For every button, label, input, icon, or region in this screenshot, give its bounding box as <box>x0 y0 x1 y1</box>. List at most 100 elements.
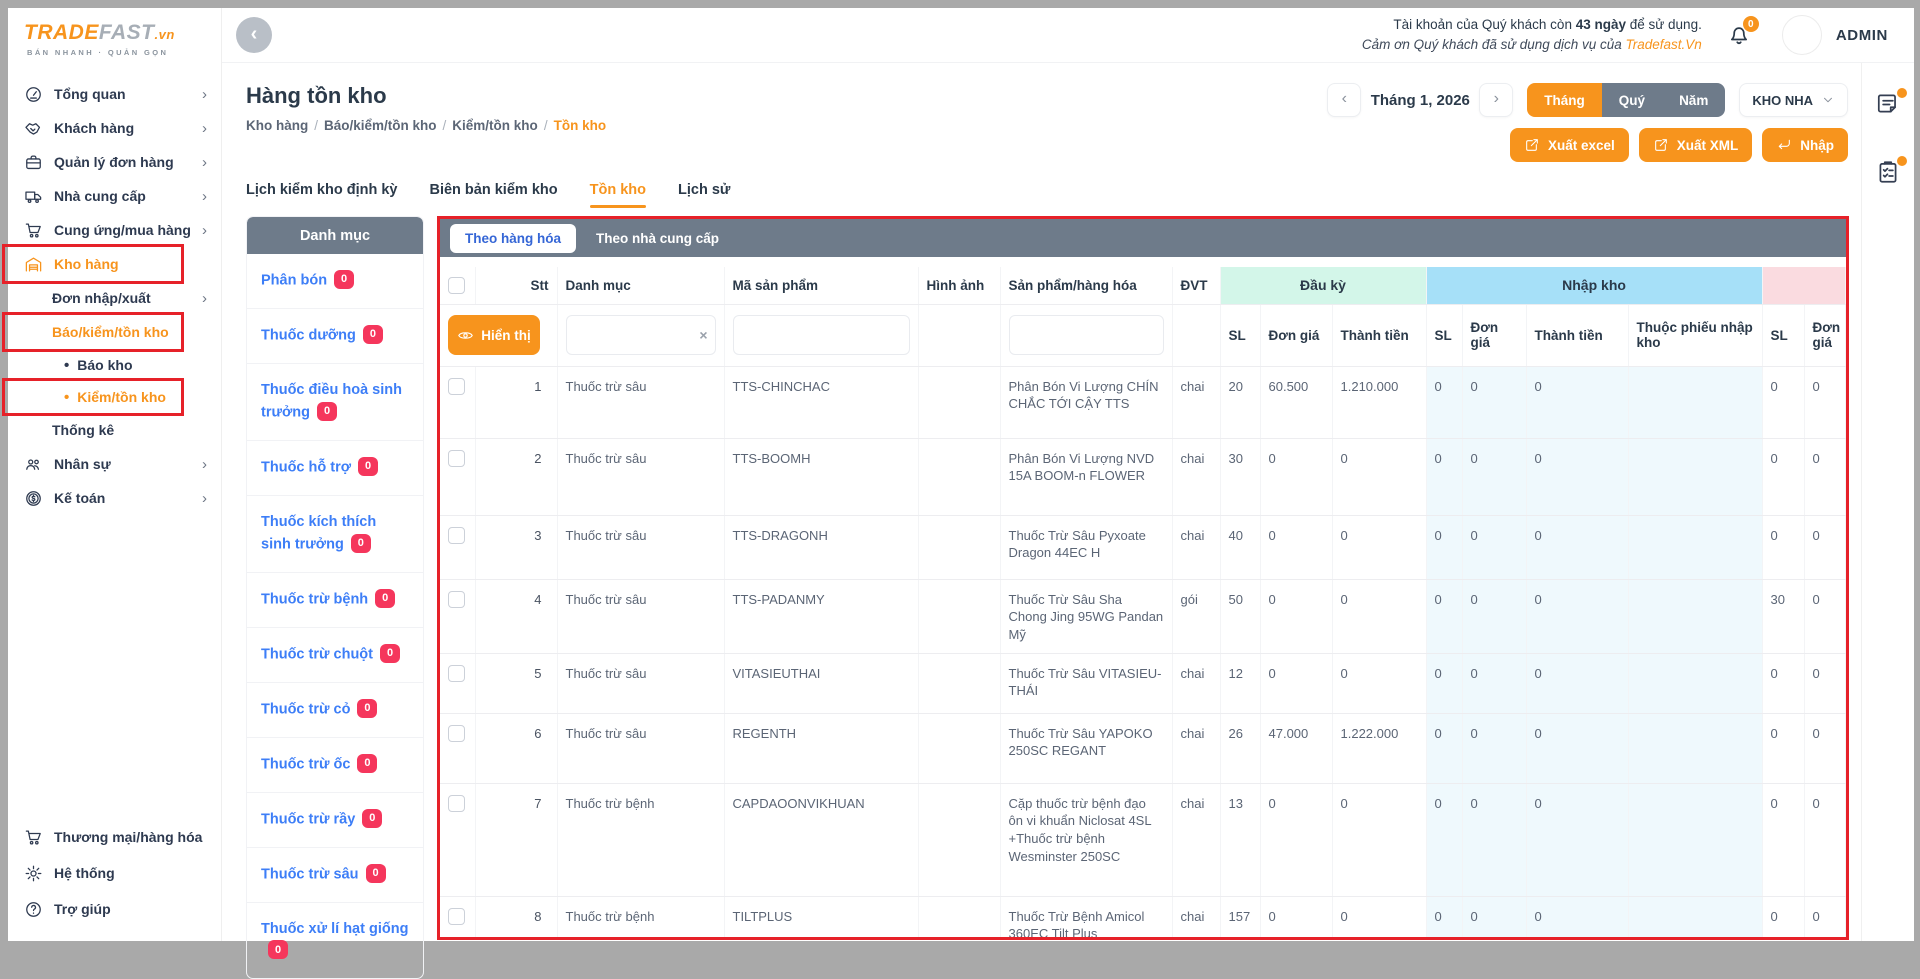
cell-unit: chai <box>1172 783 1220 896</box>
sidebar-item-bao-kiem-ton-kho[interactable]: Báo/kiểm/tồn kho <box>8 315 221 349</box>
cell-o-dg: 0 <box>1260 896 1332 940</box>
sidebar-item-tro-giup[interactable]: Trợ giúp <box>8 891 221 927</box>
action-button-export[interactable]: Xuất XML <box>1639 128 1753 162</box>
cell-product: Thuốc Trừ Sâu VITASIEU-THÁI <box>1000 653 1172 713</box>
category-count-badge: 0 <box>317 402 337 421</box>
category-item[interactable]: Thuốc trừ ốc0 <box>247 738 423 793</box>
sidebar-item-quan-ly-don-hang[interactable]: Quản lý đơn hàng› <box>8 145 221 179</box>
sidebar-item-kiem-ton-kho[interactable]: •Kiểm/tồn kho <box>8 381 221 413</box>
sidebar-item-khach-hang[interactable]: Khách hàng› <box>8 111 221 145</box>
action-button-export[interactable]: Xuất excel <box>1510 128 1629 162</box>
sidebar-item-cung-ung-mua-hang[interactable]: Cung ứng/mua hàng› <box>8 213 221 247</box>
warehouse-select[interactable]: KHO NHA <box>1739 83 1848 117</box>
table-row: 7Thuốc trừ bệnhCAPDAOONVIKHUANCặp thuốc … <box>440 783 1846 896</box>
row-checkbox[interactable] <box>448 725 465 742</box>
sidebar-item-he-thong[interactable]: Hệ thống <box>8 855 221 891</box>
cell-n-dg: 0 <box>1462 438 1526 515</box>
cell-n-tt: 0 <box>1526 366 1628 438</box>
cell-o-tt: 0 <box>1332 896 1426 940</box>
category-item[interactable]: Thuốc kích thích sinh trưởng0 <box>247 496 423 573</box>
tab-t-n-kho[interactable]: Tồn kho <box>590 182 646 208</box>
category-item[interactable]: Thuốc trừ rầy0 <box>247 793 423 848</box>
mode-button-quý[interactable]: Quý <box>1602 83 1662 117</box>
category-item[interactable]: Phân bón0 <box>247 254 423 309</box>
category-label: Thuốc trừ bệnh <box>261 591 368 607</box>
row-checkbox[interactable] <box>448 450 465 467</box>
sidebar-item-label: Báo kho <box>77 357 207 373</box>
sidebar-item-don-nhap-xuat[interactable]: Đơn nhập/xuất› <box>8 281 221 315</box>
sidebar-item-nhan-su[interactable]: Nhân sự› <box>8 447 221 481</box>
sidebar-item-kho-hang[interactable]: Kho hàng <box>8 247 221 281</box>
avatar[interactable] <box>1782 15 1822 55</box>
breadcrumb-item[interactable]: Báo/kiểm/tồn kho <box>324 118 437 133</box>
category-item[interactable]: Thuốc hỗ trợ0 <box>247 441 423 496</box>
cell-stt: 5 <box>475 653 557 713</box>
action-button-label: Xuất XML <box>1677 138 1739 153</box>
category-item[interactable]: Thuốc điều hoà sinh trưởng0 <box>247 364 423 441</box>
clear-icon[interactable]: × <box>699 327 707 343</box>
sidebar-item-label: Khách hàng <box>54 120 191 136</box>
product-filter-input[interactable] <box>1009 315 1164 355</box>
sidebar-item-nha-cung-cap[interactable]: Nhà cung cấp› <box>8 179 221 213</box>
cell-n-dg: 0 <box>1462 579 1526 653</box>
sidebar-item-bao-kho[interactable]: •Báo kho <box>8 349 221 381</box>
view-toggle-inactive[interactable]: Theo nhà cung cấp <box>596 231 719 246</box>
category-filter-input[interactable] <box>566 315 716 355</box>
user-name[interactable]: ADMIN <box>1836 27 1888 44</box>
select-all-checkbox[interactable] <box>448 277 465 294</box>
notifications-button[interactable]: 0 <box>1726 22 1752 48</box>
breadcrumb-item[interactable]: Kiểm/tồn kho <box>452 118 538 133</box>
account-notice-line1: Tài khoản của Quý khách còn 43 ngày để s… <box>1362 15 1702 35</box>
row-checkbox[interactable] <box>448 908 465 925</box>
row-checkbox[interactable] <box>448 591 465 608</box>
sidebar-item-thong-ke[interactable]: Thống kê <box>8 413 221 447</box>
brand-logo[interactable]: TRADEFAST.vn BÁN NHANH · QUẢN GỌN <box>8 8 221 63</box>
category-item[interactable]: Thuốc trừ bệnh0 <box>247 573 423 628</box>
category-item[interactable]: Thuốc dưỡng0 <box>247 309 423 364</box>
tab-l-ch-ki-m-kho-nh-k-[interactable]: Lịch kiểm kho định kỳ <box>246 182 397 208</box>
cell-o-sl: 30 <box>1220 438 1260 515</box>
cell-product: Cặp thuốc trừ bệnh đạo ôn vi khuẩn Niclo… <box>1000 783 1172 896</box>
show-button[interactable]: Hiển thị <box>448 315 540 355</box>
cell-code: CAPDAOONVIKHUAN <box>724 783 918 896</box>
category-item[interactable]: Thuốc xử lí hạt giống0 <box>247 903 423 979</box>
cell-x-dg: 0 <box>1804 579 1845 653</box>
cell-o-dg: 0 <box>1260 579 1332 653</box>
breadcrumb-separator: / <box>544 118 548 133</box>
row-checkbox[interactable] <box>448 527 465 544</box>
chevron-right-icon: › <box>202 290 207 307</box>
cell-n-tt: 0 <box>1526 783 1628 896</box>
inventory-region-annotated: Theo hàng hóaTheo nhà cung cấp SttDanh m… <box>437 216 1849 940</box>
category-count-badge: 0 <box>334 270 354 289</box>
sidebar-item-tong-quan[interactable]: Tổng quan› <box>8 77 221 111</box>
cell-x-dg: 0 <box>1804 783 1845 896</box>
mode-button-tháng[interactable]: Tháng <box>1527 83 1602 117</box>
mode-button-năm[interactable]: Năm <box>1662 83 1725 117</box>
checklist-panel-button[interactable] <box>1875 159 1901 185</box>
view-toggle-active[interactable]: Theo hàng hóa <box>450 224 576 253</box>
code-filter-cell <box>724 304 918 366</box>
prev-period-button[interactable]: ‹ <box>1327 83 1361 117</box>
next-period-button[interactable]: › <box>1479 83 1513 117</box>
category-item[interactable]: Thuốc trừ chuột0 <box>247 628 423 683</box>
cell-n-phieu <box>1628 653 1762 713</box>
category-item[interactable]: Thuốc trừ cỏ0 <box>247 683 423 738</box>
sidebar-item-thuong-mai-hang-hoa[interactable]: Thương mại/hàng hóa <box>8 819 221 855</box>
back-button[interactable]: ‹ <box>236 17 272 53</box>
column-group-mint: Đầu kỳ <box>1220 267 1426 304</box>
notes-panel-button[interactable] <box>1875 91 1901 117</box>
category-item[interactable]: Thuốc trừ sâu0 <box>247 848 423 903</box>
tab-l-ch-s-[interactable]: Lịch sử <box>678 182 730 208</box>
brand-link[interactable]: Tradefast.Vn <box>1626 37 1702 52</box>
breadcrumb-item[interactable]: Kho hàng <box>246 118 308 133</box>
chevron-right-icon: › <box>202 86 207 103</box>
code-filter-input[interactable] <box>733 315 910 355</box>
action-button-import[interactable]: Nhập <box>1762 128 1848 162</box>
breadcrumb-item[interactable]: Tồn kho <box>554 118 607 133</box>
row-checkbox[interactable] <box>448 665 465 682</box>
row-checkbox[interactable] <box>448 795 465 812</box>
row-checkbox[interactable] <box>448 378 465 395</box>
right-icon-strip <box>1861 63 1914 941</box>
tab-bi-n-b-n-ki-m-kho[interactable]: Biên bản kiểm kho <box>429 182 557 208</box>
sidebar-item-ke-toan[interactable]: Kế toán› <box>8 481 221 515</box>
